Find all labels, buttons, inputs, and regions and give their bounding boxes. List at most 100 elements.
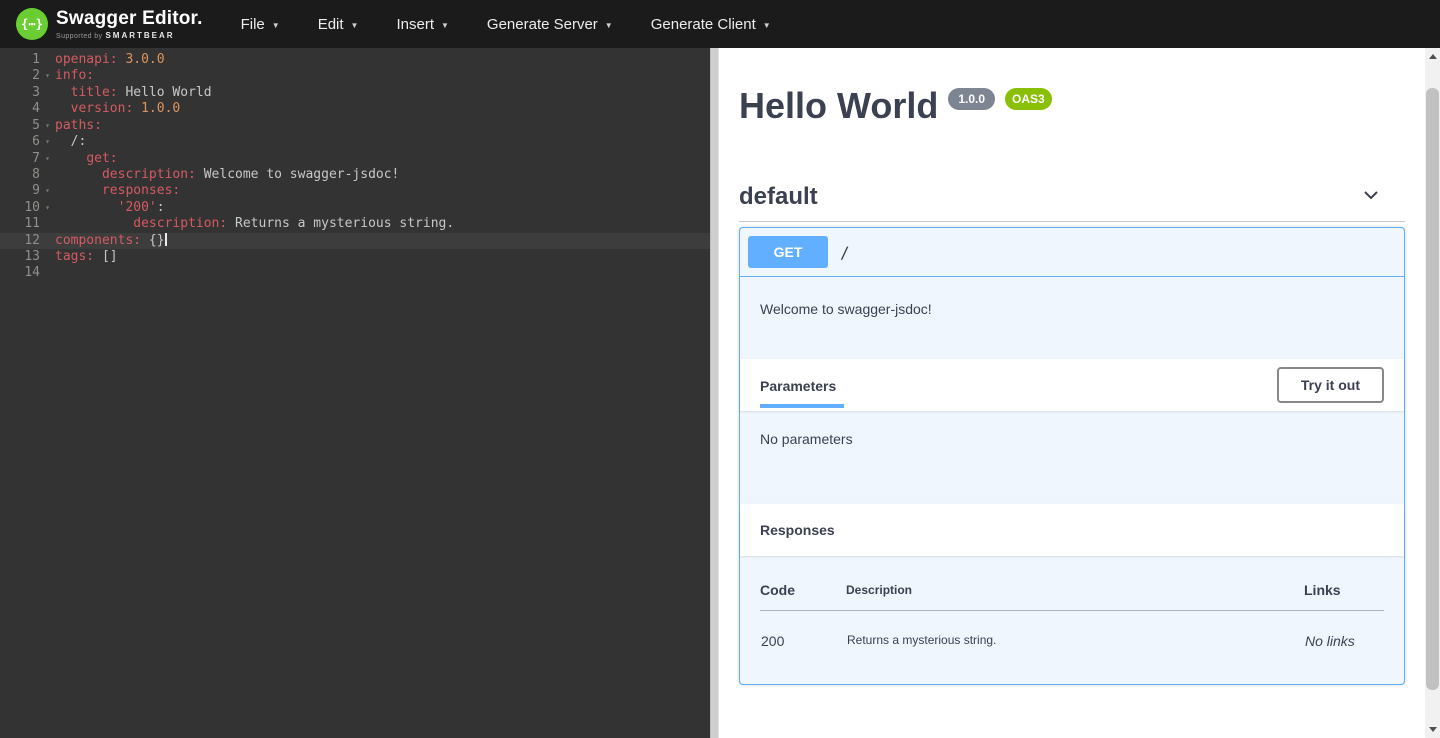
no-parameters-text: No parameters (740, 411, 1404, 504)
version-badge: 1.0.0 (948, 88, 995, 110)
tab-parameters[interactable]: Parameters (760, 362, 836, 408)
line-number: 5 (0, 118, 40, 134)
fold-gutter-spacer (40, 52, 55, 68)
fold-gutter-spacer (40, 233, 55, 249)
code-text: components: {} (55, 233, 167, 249)
response-links: No links (1304, 611, 1384, 651)
editor-line[interactable]: 10▾ '200': (0, 200, 710, 216)
editor-lines: 1 openapi: 3.0.02▾info:3 title: Hello Wor… (0, 52, 710, 282)
code-text: responses: (55, 183, 180, 199)
editor-line[interactable]: 3 title: Hello World (0, 85, 710, 101)
tag-section-header[interactable]: default (739, 183, 1405, 222)
editor-line[interactable]: 4 version: 1.0.0 (0, 101, 710, 117)
tag-name: default (739, 183, 818, 211)
main-split: 1 openapi: 3.0.02▾info:3 title: Hello Wor… (0, 48, 1440, 738)
brand-tagline: Supported bySMARTBEAR (56, 31, 203, 40)
swagger-editor-logo[interactable]: {⋯} Swagger Editor. Supported bySMARTBEA… (16, 8, 203, 40)
code-text: title: Hello World (55, 85, 212, 101)
get-operation-block: GET / Welcome to swagger-jsdoc! Paramete… (739, 227, 1405, 685)
fold-gutter-spacer (40, 265, 55, 281)
responses-table: Code Description Links 200Returns a myst… (760, 576, 1384, 650)
column-header-links: Links (1304, 576, 1384, 611)
scroll-up-arrow-icon[interactable] (1425, 48, 1440, 65)
editor-line[interactable]: 12 components: {} (0, 233, 710, 249)
code-text: description: Welcome to swagger-jsdoc! (55, 167, 399, 183)
editor-line[interactable]: 11 description: Returns a mysterious str… (0, 216, 710, 232)
oas3-badge: OAS3 (1005, 88, 1052, 110)
fold-arrow-icon[interactable]: ▾ (40, 200, 55, 216)
line-number: 12 (0, 233, 40, 249)
line-number: 1 (0, 52, 40, 68)
fold-arrow-icon[interactable]: ▾ (40, 183, 55, 199)
parameters-header: Parameters Try it out (740, 359, 1404, 411)
caret-down-icon: ▼ (351, 21, 359, 30)
responses-body: Code Description Links 200Returns a myst… (740, 556, 1404, 684)
responses-rows: 200Returns a mysterious string.No links (760, 611, 1384, 651)
yaml-code-editor[interactable]: 1 openapi: 3.0.02▾info:3 title: Hello Wor… (0, 48, 710, 738)
editor-line[interactable]: 1 openapi: 3.0.0 (0, 52, 710, 68)
code-text: description: Returns a mysterious string… (55, 216, 454, 232)
code-text: openapi: 3.0.0 (55, 52, 165, 68)
try-it-out-button[interactable]: Try it out (1277, 367, 1384, 403)
editor-line[interactable]: 14 (0, 265, 710, 281)
line-number: 4 (0, 101, 40, 117)
fold-arrow-icon[interactable]: ▾ (40, 134, 55, 150)
menu-item-insert[interactable]: Insert▼ (384, 8, 460, 41)
vertical-scrollbar[interactable] (1425, 48, 1440, 738)
menu-item-file[interactable]: File ▼ (229, 8, 292, 41)
api-docs-pane: Hello World 1.0.0 OAS3 default GET / Wel… (719, 48, 1425, 738)
fold-arrow-icon[interactable]: ▾ (40, 151, 55, 167)
menu-item-generate-client[interactable]: Generate Client ▼ (639, 8, 783, 41)
text-cursor (165, 233, 167, 246)
code-text: '200': (55, 200, 165, 216)
editor-line[interactable]: 5▾paths: (0, 118, 710, 134)
brand-text: Swagger Editor. Supported bySMARTBEAR (56, 9, 203, 40)
tagline-brand: SMARTBEAR (105, 31, 174, 40)
fold-arrow-icon[interactable]: ▾ (40, 118, 55, 134)
line-number: 14 (0, 265, 40, 281)
api-title: Hello World (739, 84, 938, 127)
response-code: 200 (760, 611, 846, 651)
scrollbar-thumb[interactable] (1426, 88, 1439, 690)
editor-line[interactable]: 6▾ /: (0, 134, 710, 150)
operation-path: / (840, 243, 850, 262)
menu-item-edit[interactable]: Edit ▼ (306, 8, 371, 41)
response-row: 200Returns a mysterious string.No links (760, 611, 1384, 651)
api-info: Hello World 1.0.0 OAS3 (739, 84, 1405, 127)
editor-line[interactable]: 8 description: Welcome to swagger-jsdoc! (0, 167, 710, 183)
caret-down-icon: ▼ (605, 21, 613, 30)
caret-down-icon: ▼ (272, 21, 280, 30)
menu-label: File (241, 16, 265, 33)
topbar: {⋯} Swagger Editor. Supported bySMARTBEA… (0, 0, 1440, 48)
fold-gutter-spacer (40, 167, 55, 183)
menu-label: Generate Server (487, 16, 598, 33)
fold-gutter-spacer (40, 85, 55, 101)
tagline-prefix: Supported by (56, 33, 102, 40)
menu-label: Edit (318, 16, 344, 33)
pane-splitter[interactable] (710, 48, 719, 738)
code-text: get: (55, 151, 118, 167)
fold-arrow-icon[interactable]: ▾ (40, 68, 55, 84)
editor-line[interactable]: 7▾ get: (0, 151, 710, 167)
editor-line[interactable]: 9▾ responses: (0, 183, 710, 199)
code-text: info: (55, 68, 94, 84)
editor-line[interactable]: 2▾info: (0, 68, 710, 84)
column-header-code: Code (760, 576, 846, 611)
operation-summary[interactable]: GET / (740, 228, 1404, 277)
line-number: 13 (0, 249, 40, 265)
menu-item-generate-server[interactable]: Generate Server ▼ (475, 8, 625, 41)
swagger-braces-icon: {⋯} (16, 8, 48, 40)
line-number: 7 (0, 151, 40, 167)
code-text: version: 1.0.0 (55, 101, 180, 117)
scroll-down-arrow-icon[interactable] (1425, 721, 1440, 738)
menu-label: Generate Client (651, 16, 756, 33)
line-number: 8 (0, 167, 40, 183)
line-number: 9 (0, 183, 40, 199)
chevron-down-icon[interactable] (1361, 185, 1381, 210)
fold-gutter-spacer (40, 216, 55, 232)
menu-bar: File▼Edit▼Insert▼Generate Server▼Generat… (229, 8, 797, 41)
responses-header: Responses (740, 504, 1404, 556)
brand-title: Swagger Editor. (56, 9, 203, 28)
editor-line[interactable]: 13tags: [] (0, 249, 710, 265)
caret-down-icon: ▼ (763, 21, 771, 30)
